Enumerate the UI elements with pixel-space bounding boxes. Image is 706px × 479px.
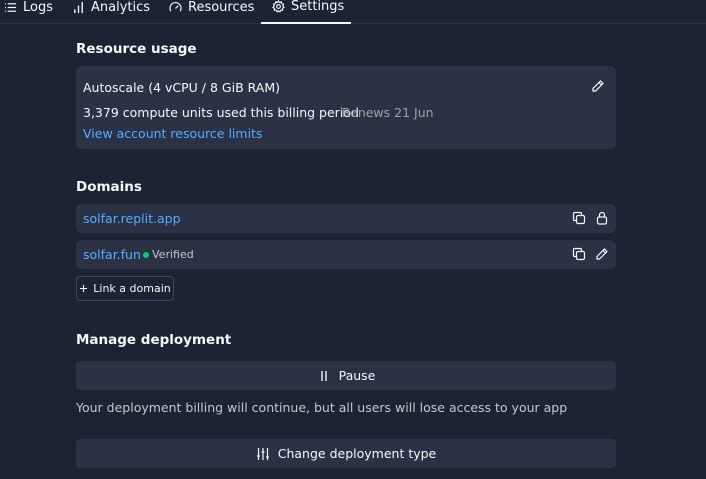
pause-label: Pause <box>338 368 376 383</box>
verified-dot-icon <box>143 252 149 258</box>
verified-badge: Verified <box>143 248 194 261</box>
domain-row: solfar.fun Verified <box>76 240 616 269</box>
pencil-icon <box>596 248 608 260</box>
manage-deployment-title: Manage deployment <box>76 332 232 348</box>
plus-icon <box>80 284 88 293</box>
copy-icon <box>572 247 586 261</box>
resource-usage-card: Autoscale (4 vCPU / 8 GiB RAM) 3,379 com… <box>76 66 616 149</box>
tab-analytics-label: Analytics <box>91 0 151 15</box>
copy-domain-button[interactable] <box>571 210 587 226</box>
pause-icon <box>320 370 327 381</box>
domain-link[interactable]: solfar.fun <box>83 247 141 262</box>
renews-text: Renews 21 Jun <box>342 105 434 120</box>
change-deployment-type-button[interactable]: Change deployment type <box>76 439 616 468</box>
pause-button[interactable]: Pause <box>76 361 616 390</box>
compute-units-text: 3,379 compute units used this billing pe… <box>83 105 359 120</box>
copy-domain-button[interactable] <box>571 246 587 262</box>
resource-usage-title: Resource usage <box>76 41 197 57</box>
pencil-icon <box>592 80 604 92</box>
lock-icon <box>596 211 608 225</box>
edit-plan-button[interactable] <box>590 78 606 94</box>
copy-icon <box>572 211 586 225</box>
list-icon <box>4 2 17 12</box>
change-deployment-type-label: Change deployment type <box>277 446 437 461</box>
tab-resources[interactable]: Resources <box>169 0 254 24</box>
bar-chart-icon <box>74 1 83 13</box>
billing-warning-text: Your deployment billing will continue, b… <box>76 400 568 415</box>
domain-link[interactable]: solfar.replit.app <box>83 211 181 226</box>
tab-logs-label: Logs <box>23 0 53 15</box>
resource-limits-link[interactable]: View account resource limits <box>83 126 262 141</box>
tab-bar: Logs Analytics Resources Settings <box>0 0 706 24</box>
tab-settings-label: Settings <box>291 0 345 14</box>
tab-logs[interactable]: Logs <box>4 0 53 24</box>
domains-title: Domains <box>76 179 142 195</box>
gear-icon <box>272 0 285 13</box>
link-domain-label: Link a domain <box>93 282 171 295</box>
domain-row: solfar.replit.app <box>76 204 616 233</box>
verified-label: Verified <box>152 248 194 261</box>
sliders-icon <box>256 447 269 460</box>
gauge-icon <box>169 1 182 12</box>
link-domain-button[interactable]: Link a domain <box>76 276 174 301</box>
lock-domain-button[interactable] <box>594 210 610 226</box>
tab-resources-label: Resources <box>188 0 255 15</box>
plan-text: Autoscale (4 vCPU / 8 GiB RAM) <box>83 80 281 95</box>
tab-analytics[interactable]: Analytics <box>72 0 150 24</box>
tab-settings[interactable]: Settings <box>261 0 351 24</box>
edit-domain-button[interactable] <box>594 246 610 262</box>
